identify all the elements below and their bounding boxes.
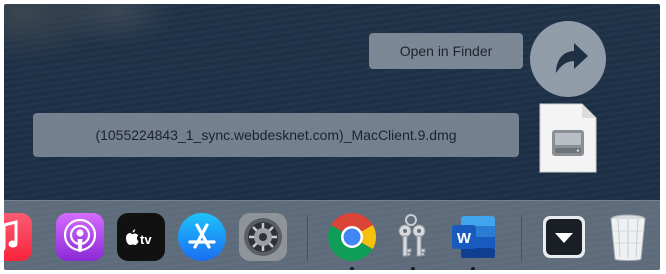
dock-item-podcasts[interactable] [54,211,106,263]
music-icon [4,213,32,261]
dock-item-app-store[interactable] [176,211,228,263]
svg-text:W: W [457,230,472,247]
dmg-disk-image-icon[interactable] [538,102,598,174]
dock-item-keychain-access[interactable] [387,211,439,263]
dock-item-chrome[interactable] [326,211,378,263]
system-preferences-icon [239,213,287,261]
dock-item-system-preferences[interactable] [237,211,289,263]
dock-item-music[interactable] [4,211,34,263]
apple-tv-icon: tv [117,213,165,261]
podcasts-icon [56,213,104,261]
dock: tv W [4,200,660,270]
downloaded-filename-label: (1055224843_1_sync.webdesknet.com)_MacCl… [33,113,519,157]
running-indicator [471,267,475,270]
app-store-icon [178,213,226,261]
dock-item-word[interactable]: W [447,211,499,263]
svg-text:tv: tv [140,232,152,247]
word-icon: W [452,216,495,258]
dock-item-tv[interactable]: tv [115,211,167,263]
chrome-icon [327,213,377,262]
desktop-background: Open in Finder (1055224843_1_sync.webdes… [4,4,660,270]
dock-item-downloads[interactable] [538,211,590,263]
dock-separator [307,215,308,261]
running-indicator [411,267,415,270]
trash-icon [610,214,646,261]
dock-item-trash[interactable] [602,211,654,263]
keychain-icon [398,214,426,257]
downloads-stack-icon [543,216,585,258]
share-arrow-icon[interactable] [530,21,606,97]
open-in-finder-tooltip[interactable]: Open in Finder [369,33,523,69]
running-indicator [350,267,354,270]
dock-separator [521,215,522,261]
